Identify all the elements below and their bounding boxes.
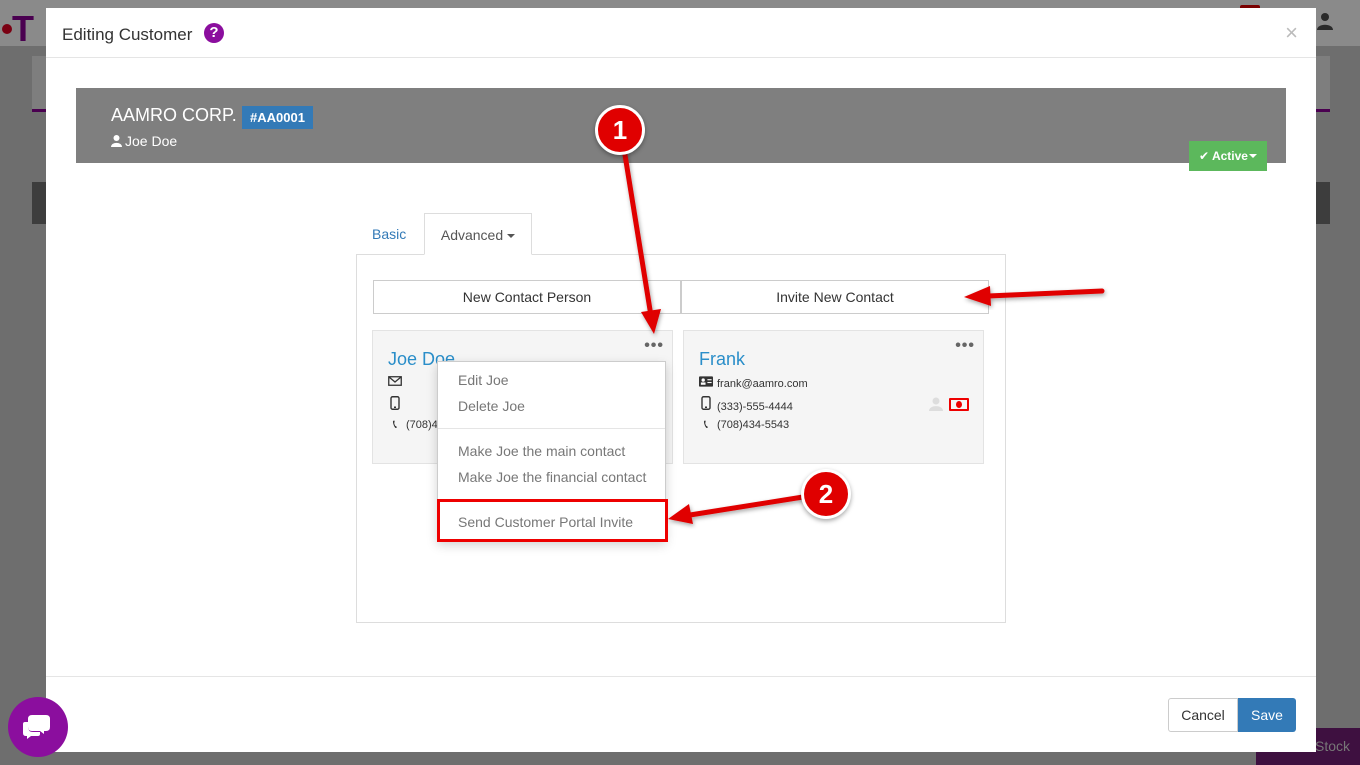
caret-down-icon — [1248, 154, 1257, 158]
contact-mobile: (333)-555-4444 — [717, 401, 793, 413]
check-icon: ✔ — [1199, 149, 1210, 163]
modal-footer — [46, 676, 1316, 752]
modal-title: Editing Customer — [62, 25, 193, 44]
contact-phone: (708)4 — [406, 419, 438, 431]
chat-icon — [23, 715, 50, 739]
customer-primary-contact: Joe Doe — [111, 133, 177, 149]
menu-item-make-financial-contact[interactable]: Make Joe the financial contact — [458, 469, 646, 485]
contact-phone-line: 📞︎ (708)4 — [388, 417, 438, 432]
mobile-phone-icon — [701, 396, 711, 410]
contact-options-menu: Edit Joe Delete Joe Make Joe the main co… — [437, 361, 668, 542]
menu-item-edit[interactable]: Edit Joe — [458, 372, 509, 388]
menu-divider — [438, 428, 665, 429]
user-icon[interactable] — [1316, 12, 1334, 30]
help-icon[interactable]: ? — [204, 23, 224, 43]
phone-icon: 📞︎ — [392, 417, 398, 431]
more-options-icon[interactable]: ••• — [955, 337, 975, 355]
customer-code-badge: #AA0001 — [242, 106, 313, 129]
menu-item-delete[interactable]: Delete Joe — [458, 398, 525, 414]
customer-name: AAMRO CORP. — [111, 105, 237, 125]
app-logo: T — [0, 8, 46, 49]
main-contact-user-icon[interactable] — [929, 397, 943, 411]
editing-customer-modal: Editing Customer ? × AAMRO CORP. #AA0001… — [46, 8, 1316, 752]
tab-advanced[interactable]: Advanced — [424, 213, 532, 255]
contact-mobile-line — [388, 396, 406, 413]
new-contact-person-button[interactable]: New Contact Person — [373, 280, 681, 314]
customer-banner: AAMRO CORP. #AA0001 Joe Doe — [76, 88, 1286, 163]
caret-down-icon — [507, 234, 516, 238]
contact-email-line — [388, 376, 406, 389]
envelope-icon — [388, 376, 402, 386]
contact-mobile-line: (333)-555-4444 — [699, 396, 793, 413]
contact-email[interactable]: frank@aamro.com — [717, 378, 808, 390]
invite-new-contact-button[interactable]: Invite New Contact — [681, 280, 989, 314]
chat-launcher-button[interactable] — [8, 697, 68, 757]
status-label: Active — [1211, 149, 1248, 163]
contact-phone-line: 📞︎ (708)434-5543 — [699, 417, 789, 432]
menu-item-make-main-contact[interactable]: Make Joe the main contact — [458, 443, 625, 459]
status-dropdown-button[interactable]: ✔ Active — [1189, 141, 1267, 171]
phone-icon: 📞︎ — [703, 417, 709, 431]
contact-name[interactable]: Frank — [699, 349, 745, 370]
cancel-button[interactable]: Cancel — [1168, 698, 1238, 732]
save-button[interactable]: Save — [1238, 698, 1296, 732]
close-icon[interactable]: × — [1285, 22, 1298, 44]
user-icon — [111, 135, 122, 147]
more-options-icon[interactable]: ••• — [644, 337, 664, 355]
tab-advanced-label: Advanced — [440, 227, 504, 243]
annotation-highlight-box — [437, 499, 668, 542]
contact-phone: (708)434-5543 — [717, 419, 790, 431]
contact-card-frank: Frank ••• frank@aamro.com (333)-555-4444… — [683, 330, 984, 464]
modal-header: Editing Customer ? × — [46, 8, 1316, 58]
tab-basic[interactable]: Basic — [356, 213, 422, 255]
contact-email-line: frank@aamro.com — [699, 376, 808, 390]
primary-contact-name: Joe Doe — [125, 133, 178, 149]
mobile-phone-icon — [390, 396, 400, 410]
financial-contact-money-icon[interactable] — [949, 398, 969, 411]
annotation-step-badge: 2 — [801, 469, 851, 519]
id-card-icon — [699, 376, 713, 387]
annotation-step-badge: 1 — [595, 105, 645, 155]
